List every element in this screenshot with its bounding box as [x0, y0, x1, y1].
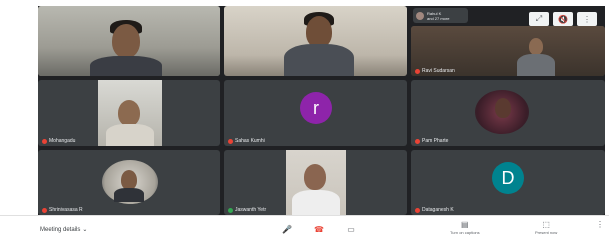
presenter-badge[interactable]: Rahul K and 27 more	[413, 8, 468, 23]
avatar-initial: D	[501, 167, 515, 188]
mic-off-icon	[42, 207, 47, 213]
torso-shape	[90, 56, 162, 76]
meeting-details-button[interactable]: Meeting details ⌄	[40, 226, 88, 234]
participant-tile-6[interactable]: Pam Pharte	[411, 80, 605, 146]
face-shape	[118, 100, 140, 126]
mic-off-icon	[415, 68, 420, 74]
face-shape	[304, 164, 326, 190]
microphone-button[interactable]: 🎤	[280, 223, 294, 235]
more-options-icon: ⋮	[596, 220, 604, 229]
mic-icon: 🎤	[282, 224, 292, 234]
mic-on-icon	[228, 207, 233, 213]
captions-icon: ▤	[461, 220, 469, 229]
torso-shape	[292, 190, 340, 215]
pin-icon[interactable]: ⤢	[529, 12, 549, 26]
phone-hangup-icon: ☎	[314, 224, 324, 234]
face-shape	[529, 38, 543, 55]
present-icon: ⬚	[542, 220, 550, 229]
presenter-avatar	[416, 11, 424, 20]
top-right-controls: ⤢ 🔇 ⋮	[529, 12, 597, 26]
more-options-button[interactable]: ⋮	[596, 221, 604, 229]
torso-shape	[284, 44, 354, 76]
present-now-button[interactable]: ⬚ Present now	[535, 220, 558, 236]
captions-label: Turn on captions	[450, 230, 480, 235]
participant-name: Sahas Kumhi	[235, 138, 265, 144]
participant-tile-2[interactable]	[224, 6, 407, 76]
participant-avatar: D	[492, 162, 524, 194]
torso-shape	[114, 188, 144, 202]
mic-off-icon	[228, 138, 233, 144]
present-label: Present now	[535, 230, 558, 235]
participant-name: Shrinivasasa R	[49, 207, 83, 213]
torso-shape	[517, 54, 555, 76]
mic-off-icon	[415, 207, 420, 213]
meeting-details-label: Meeting details	[40, 226, 81, 233]
torso-shape	[106, 124, 154, 146]
hang-up-button[interactable]: ☎	[312, 223, 326, 235]
mic-off-icon	[42, 138, 47, 144]
camera-button[interactable]: ▭	[344, 223, 358, 235]
participant-tile-3[interactable]: Ravi Sudarsan	[411, 26, 605, 76]
face-shape	[495, 98, 511, 118]
avatar-initial: r	[313, 97, 319, 118]
participant-name: Dataganesh K	[422, 207, 454, 213]
chevron-down-icon: ⌄	[82, 227, 88, 233]
face-shape	[121, 170, 137, 190]
participant-name: Jaswanth Yetr	[235, 207, 267, 213]
camera-icon: ▭	[347, 224, 355, 234]
participant-name: Pam Pharte	[422, 138, 449, 144]
participant-tile-5[interactable]: r Sahas Kumhi	[224, 80, 407, 146]
participant-name: Ravi Sudarsan	[422, 68, 455, 74]
face-shape	[112, 24, 140, 58]
participant-avatar: r	[300, 92, 332, 124]
mic-off-icon	[415, 138, 420, 144]
more-icon[interactable]: ⋮	[577, 12, 597, 26]
participant-name: Mohangadu	[49, 138, 76, 144]
participant-tile-4[interactable]: Mohangadu	[38, 80, 220, 146]
mute-icon[interactable]: 🔇	[553, 12, 573, 26]
participant-tile-8[interactable]: Jaswanth Yetr	[224, 150, 407, 215]
meeting-toolbar: Meeting details ⌄ 🎤 ☎ ▭ ▤ Turn on captio…	[0, 215, 609, 241]
participant-tile-1[interactable]	[38, 6, 220, 76]
video-grid: Ravi Sudarsan Mohangadu r Sahas Kumhi Pa…	[38, 6, 605, 215]
participant-tile-9[interactable]: D Dataganesh K	[411, 150, 605, 215]
participant-tile-7[interactable]: Shrinivasasa R	[38, 150, 220, 215]
presenter-count: and 27 more	[427, 15, 450, 21]
captions-button[interactable]: ▤ Turn on captions	[450, 220, 480, 236]
